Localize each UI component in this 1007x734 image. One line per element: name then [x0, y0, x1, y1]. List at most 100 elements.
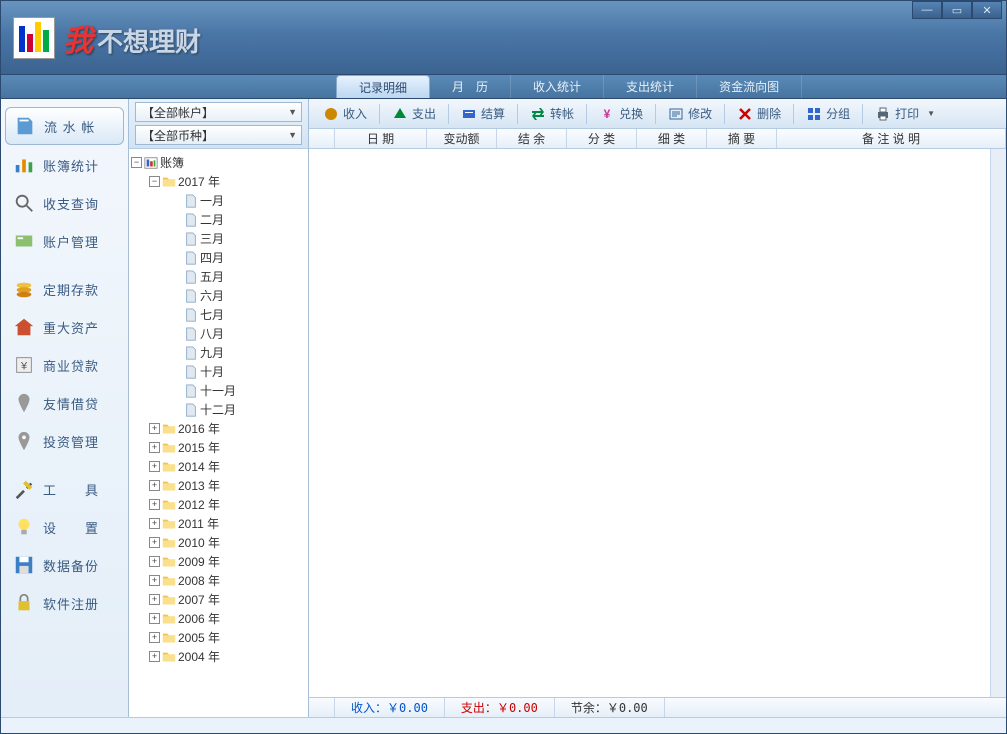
tree-month[interactable]: 十一月 — [131, 381, 306, 400]
collapse-icon[interactable]: − — [149, 176, 160, 187]
column-header[interactable]: 日 期 — [335, 129, 427, 148]
svg-text:¥: ¥ — [604, 107, 611, 121]
view-tab-3[interactable]: 支出统计 — [604, 75, 697, 98]
currency-filter-select[interactable]: 【全部币种】 ▼ — [135, 125, 302, 145]
invest-icon — [13, 430, 35, 452]
toolbar-income-button[interactable]: 收入 — [315, 102, 375, 125]
tree-year-closed[interactable]: + 2011 年 — [131, 514, 306, 533]
print-icon — [875, 106, 891, 122]
toolbar-separator — [655, 104, 656, 124]
tree-year-closed[interactable]: + 2009 年 — [131, 552, 306, 571]
tree-month[interactable]: 三月 — [131, 229, 306, 248]
sidebar-item-accounts[interactable]: 账户管理 — [5, 223, 124, 259]
tree-month[interactable]: 二月 — [131, 210, 306, 229]
window-minimize-button[interactable]: — — [912, 1, 942, 19]
sidebar-item-label: 工 具 — [43, 480, 99, 499]
sidebar-item-coins[interactable]: 定期存款 — [5, 271, 124, 307]
tree-year-closed[interactable]: + 2014 年 — [131, 457, 306, 476]
expand-icon[interactable]: + — [149, 613, 160, 624]
expand-icon[interactable]: + — [149, 537, 160, 548]
tree-year-closed[interactable]: + 2015 年 — [131, 438, 306, 457]
tree-month[interactable]: 一月 — [131, 191, 306, 210]
tree-year-closed[interactable]: + 2016 年 — [131, 419, 306, 438]
expand-icon[interactable]: + — [149, 575, 160, 586]
toolbar-button-label: 兑换 — [619, 105, 643, 122]
toolbar-separator — [379, 104, 380, 124]
tree-year-closed[interactable]: + 2008 年 — [131, 571, 306, 590]
tree-month[interactable]: 十二月 — [131, 400, 306, 419]
view-tab-0[interactable]: 记录明细 — [336, 75, 430, 98]
window-close-button[interactable]: ✕ — [972, 1, 1002, 19]
sidebar-item-invest[interactable]: 投资管理 — [5, 423, 124, 459]
tree-year-closed[interactable]: + 2007 年 — [131, 590, 306, 609]
expand-icon[interactable]: + — [149, 594, 160, 605]
sidebar-item-disk[interactable]: 数据备份 — [5, 547, 124, 583]
tree-month[interactable]: 六月 — [131, 286, 306, 305]
collapse-icon[interactable]: − — [131, 157, 142, 168]
sidebar-item-search[interactable]: 收支查询 — [5, 185, 124, 221]
expand-icon[interactable]: + — [149, 651, 160, 662]
account-filter-select[interactable]: 【全部帐户】 ▼ — [135, 102, 302, 122]
toolbar-group-button[interactable]: 分组 — [798, 102, 858, 125]
tree-year-closed[interactable]: + 2005 年 — [131, 628, 306, 647]
sidebar-item-friend[interactable]: 友情借贷 — [5, 385, 124, 421]
ledger-tree[interactable]: − 账簿− 2017 年 一月 二月 三月 四月 五月 六月 七月 八月 九月 … — [129, 149, 308, 717]
sidebar-item-house[interactable]: 重大资产 — [5, 309, 124, 345]
view-tabs: 记录明细月 历收入统计支出统计资金流向图 — [1, 75, 1006, 99]
tree-year-closed[interactable]: + 2013 年 — [131, 476, 306, 495]
tree-month[interactable]: 七月 — [131, 305, 306, 324]
tree-root[interactable]: − 账簿 — [131, 153, 306, 172]
column-header[interactable]: 变动额 — [427, 129, 497, 148]
expand-icon[interactable]: + — [149, 518, 160, 529]
expand-icon[interactable]: + — [149, 442, 160, 453]
house-icon — [13, 316, 35, 338]
window-maximize-button[interactable]: ▭ — [942, 1, 972, 19]
column-header[interactable]: 细 类 — [637, 129, 707, 148]
view-tab-1[interactable]: 月 历 — [430, 75, 511, 98]
column-header[interactable]: 结 余 — [497, 129, 567, 148]
expand-icon[interactable]: + — [149, 461, 160, 472]
sidebar-item-chart[interactable]: 账簿统计 — [5, 147, 124, 183]
toolbar-settle-button[interactable]: 结算 — [453, 102, 513, 125]
sidebar-item-loan[interactable]: ¥商业贷款 — [5, 347, 124, 383]
chart-icon — [13, 154, 35, 176]
edit-icon — [668, 106, 684, 122]
tree-year-closed[interactable]: + 2010 年 — [131, 533, 306, 552]
toolbar-transfer-button[interactable]: 转帐 — [522, 102, 582, 125]
tree-month[interactable]: 九月 — [131, 343, 306, 362]
sidebar-item-tools[interactable]: 工 具 — [5, 471, 124, 507]
table-header: 日 期变动额结 余分 类细 类摘 要备 注 说 明 — [309, 129, 1006, 149]
expand-icon[interactable]: + — [149, 556, 160, 567]
column-header[interactable]: 摘 要 — [707, 129, 777, 148]
toolbar-print-button[interactable]: 打印▼ — [867, 102, 943, 125]
toolbar-exchange-button[interactable]: ¥ 兑换 — [591, 102, 651, 125]
column-header[interactable]: 分 类 — [567, 129, 637, 148]
toolbar-expense-button[interactable]: 支出 — [384, 102, 444, 125]
table-body[interactable] — [309, 149, 1006, 697]
friend-icon — [13, 392, 35, 414]
expand-icon[interactable]: + — [149, 423, 160, 434]
view-tab-4[interactable]: 资金流向图 — [697, 75, 802, 98]
sidebar-item-book[interactable]: 流 水 帐 — [5, 107, 124, 145]
tree-month[interactable]: 四月 — [131, 248, 306, 267]
column-header[interactable]: 备 注 说 明 — [777, 129, 1006, 148]
sidebar-item-bulb[interactable]: 设 置 — [5, 509, 124, 545]
tree-year-open[interactable]: − 2017 年 — [131, 172, 306, 191]
expand-icon[interactable]: + — [149, 499, 160, 510]
vertical-scrollbar[interactable] — [990, 149, 1006, 697]
toolbar-delete-button[interactable]: 删除 — [729, 102, 789, 125]
expand-icon[interactable]: + — [149, 480, 160, 491]
tree-year-closed[interactable]: + 2012 年 — [131, 495, 306, 514]
sidebar-item-label: 投资管理 — [43, 432, 99, 451]
view-tab-2[interactable]: 收入统计 — [511, 75, 604, 98]
exchange-icon: ¥ — [599, 106, 615, 122]
tree-year-closed[interactable]: + 2006 年 — [131, 609, 306, 628]
tree-month[interactable]: 八月 — [131, 324, 306, 343]
tree-month[interactable]: 五月 — [131, 267, 306, 286]
column-header[interactable] — [309, 129, 335, 148]
expand-icon[interactable]: + — [149, 632, 160, 643]
sidebar-item-lock[interactable]: 软件注册 — [5, 585, 124, 621]
tree-month[interactable]: 十月 — [131, 362, 306, 381]
toolbar-edit-button[interactable]: 修改 — [660, 102, 720, 125]
tree-year-closed[interactable]: + 2004 年 — [131, 647, 306, 666]
